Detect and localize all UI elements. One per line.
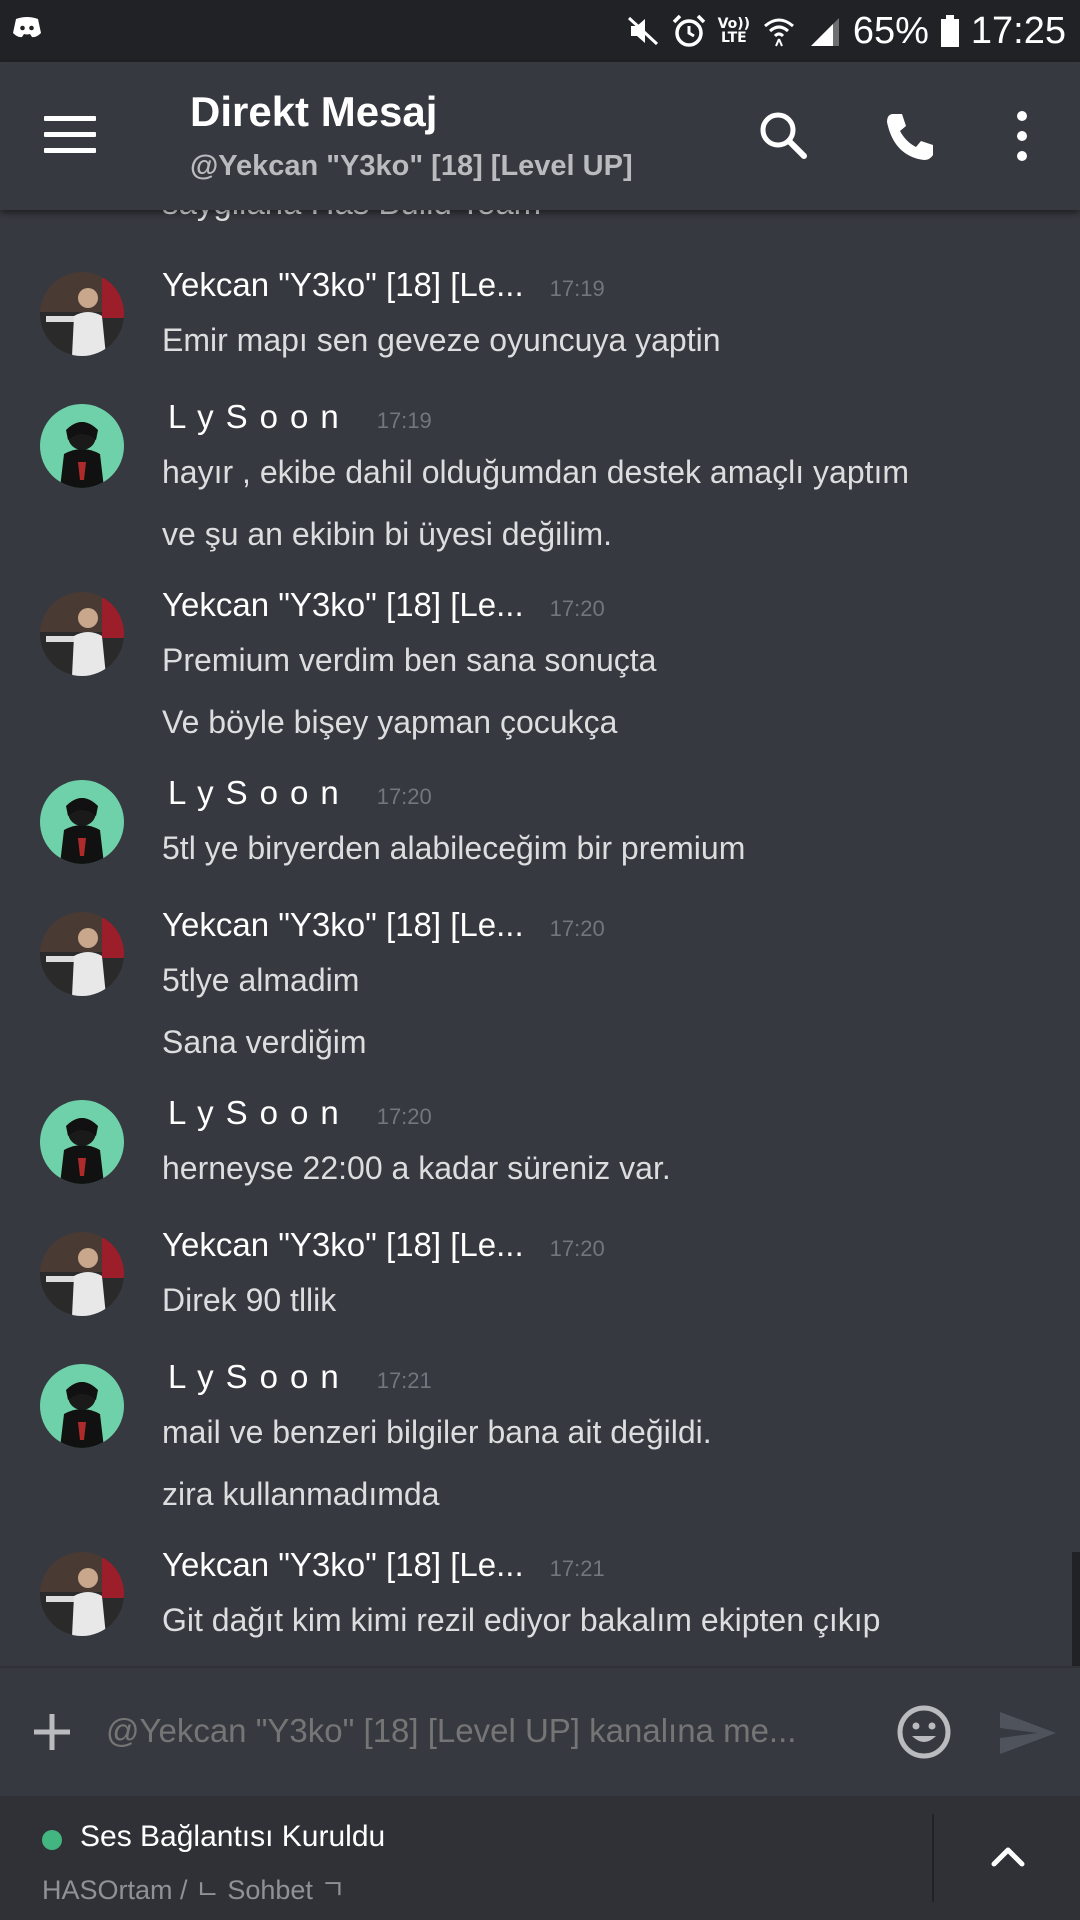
message-text[interactable]: Emir mapı sen geveze oyuncuya yaptin — [162, 322, 721, 359]
message-text[interactable]: Premium verdim ben sana sonuçta — [162, 642, 656, 679]
timestamp: 17:20 — [549, 596, 605, 621]
app-header: Direkt Mesaj @Yekcan "Y3ko" [18] [Level … — [0, 62, 1080, 210]
phone-icon[interactable] — [880, 106, 940, 166]
message-header: Yekcan "Y3ko" [18] [Le... 17:20 — [162, 586, 605, 624]
timestamp: 17:19 — [549, 276, 605, 301]
author-name[interactable]: Yekcan "Y3ko" [18] [Le... — [162, 1546, 524, 1584]
partial-message-line: saygilarla Has Build Team — [162, 210, 541, 222]
message-header: LySoon 17:19 — [162, 398, 432, 436]
chevron-up-icon[interactable] — [984, 1832, 1032, 1880]
more-vert-icon[interactable] — [992, 106, 1052, 166]
timestamp: 17:20 — [549, 916, 605, 941]
avatar[interactable] — [40, 1364, 124, 1448]
search-icon[interactable] — [754, 106, 814, 166]
wifi-icon — [763, 18, 794, 47]
author-name[interactable]: Yekcan "Y3ko" [18] [Le... — [162, 266, 524, 304]
message-text[interactable]: herneyse 22:00 a kadar süreniz var. — [162, 1150, 671, 1187]
status-bar: Vo)) LTE 65% 17:25 — [0, 0, 1080, 62]
timestamp: 17:20 — [376, 1104, 432, 1129]
author-name[interactable]: LySoon — [162, 1094, 351, 1132]
message-text[interactable]: Ve böyle bişey yapman çocukça — [162, 704, 617, 741]
scrollbar[interactable] — [1072, 1552, 1080, 1666]
timestamp: 17:20 — [549, 1236, 605, 1261]
plus-icon[interactable] — [30, 1710, 74, 1754]
message-header: Yekcan "Y3ko" [18] [Le... 17:21 — [162, 1546, 605, 1584]
message-text[interactable]: mail ve benzeri bilgiler bana ait değild… — [162, 1414, 712, 1451]
message-header: Yekcan "Y3ko" [18] [Le... 17:20 — [162, 1226, 605, 1264]
author-name[interactable]: LySoon — [162, 1358, 351, 1396]
message-header: LySoon 17:20 — [162, 774, 432, 812]
avatar[interactable] — [40, 1232, 124, 1316]
mute-icon — [627, 16, 658, 46]
voice-status: Ses Bağlantısı Kuruldu — [80, 1820, 386, 1853]
timestamp: 17:21 — [376, 1368, 432, 1393]
volte-badge: Vo)) LTE — [717, 17, 751, 45]
alarm-icon — [672, 14, 706, 47]
message-header: Yekcan "Y3ko" [18] [Le... 17:19 — [162, 266, 605, 304]
author-name[interactable]: Yekcan "Y3ko" [18] [Le... — [162, 586, 524, 624]
signal-icon — [810, 18, 839, 46]
timestamp: 17:19 — [376, 408, 432, 433]
channel-subtitle: @Yekcan "Y3ko" [18] [Level UP] — [190, 150, 633, 182]
message-header: Yekcan "Y3ko" [18] [Le... 17:20 — [162, 906, 605, 944]
divider — [932, 1814, 934, 1902]
volte-badge-top: Vo)) — [717, 16, 751, 32]
message-text[interactable]: ve şu an ekibin bi üyesi değilim. — [162, 516, 612, 553]
message-text[interactable]: Git dağıt kim kimi rezil ediyor bakalım … — [162, 1602, 880, 1639]
message-header: LySoon 17:20 — [162, 1094, 432, 1132]
menu-icon[interactable] — [44, 116, 96, 156]
message-text[interactable]: hayır , ekibe dahil olduğumdan destek am… — [162, 454, 909, 491]
message-input[interactable] — [106, 1712, 876, 1750]
voice-connection-panel[interactable]: Ses Bağlantısı Kuruldu HASOrtam / ㄴ Sohb… — [0, 1796, 1080, 1920]
page-title: Direkt Mesaj — [190, 88, 438, 135]
timestamp: 17:21 — [549, 1556, 605, 1581]
message-text[interactable]: zira kullanmadımda — [162, 1476, 439, 1513]
avatar[interactable] — [40, 404, 124, 488]
author-name[interactable]: LySoon — [162, 398, 351, 436]
battery-icon — [940, 15, 959, 47]
author-name[interactable]: Yekcan "Y3ko" [18] [Le... — [162, 1226, 524, 1264]
message-header: LySoon 17:21 — [162, 1358, 432, 1396]
author-name[interactable]: Yekcan "Y3ko" [18] [Le... — [162, 906, 524, 944]
message-text[interactable]: Sana verdiğim — [162, 1024, 367, 1061]
battery-percent: 65% — [852, 9, 929, 52]
discord-icon — [13, 17, 41, 38]
emoji-icon[interactable] — [896, 1704, 952, 1760]
avatar[interactable] — [40, 780, 124, 864]
avatar[interactable] — [40, 272, 124, 356]
voice-channel: HASOrtam / ㄴ Sohbet ㄱ — [42, 1875, 346, 1905]
volte-badge-bottom: LTE — [720, 30, 747, 46]
message-text[interactable]: 5tl ye biryerden alabileceğim bir premiu… — [162, 830, 745, 867]
message-text[interactable]: Direk 90 tllik — [162, 1282, 336, 1319]
avatar[interactable] — [40, 1552, 124, 1636]
author-name[interactable]: LySoon — [162, 774, 351, 812]
clock: 17:25 — [970, 9, 1066, 52]
avatar[interactable] — [40, 912, 124, 996]
message-list[interactable]: saygilarla Has Build Team Yekcan "Y3ko" … — [0, 210, 1080, 1666]
message-composer — [0, 1666, 1080, 1796]
send-icon[interactable] — [998, 1708, 1058, 1758]
avatar[interactable] — [40, 592, 124, 676]
avatar[interactable] — [40, 1100, 124, 1184]
timestamp: 17:20 — [376, 784, 432, 809]
voice-status-indicator — [42, 1830, 62, 1850]
message-text[interactable]: 5tlye almadim — [162, 962, 359, 999]
